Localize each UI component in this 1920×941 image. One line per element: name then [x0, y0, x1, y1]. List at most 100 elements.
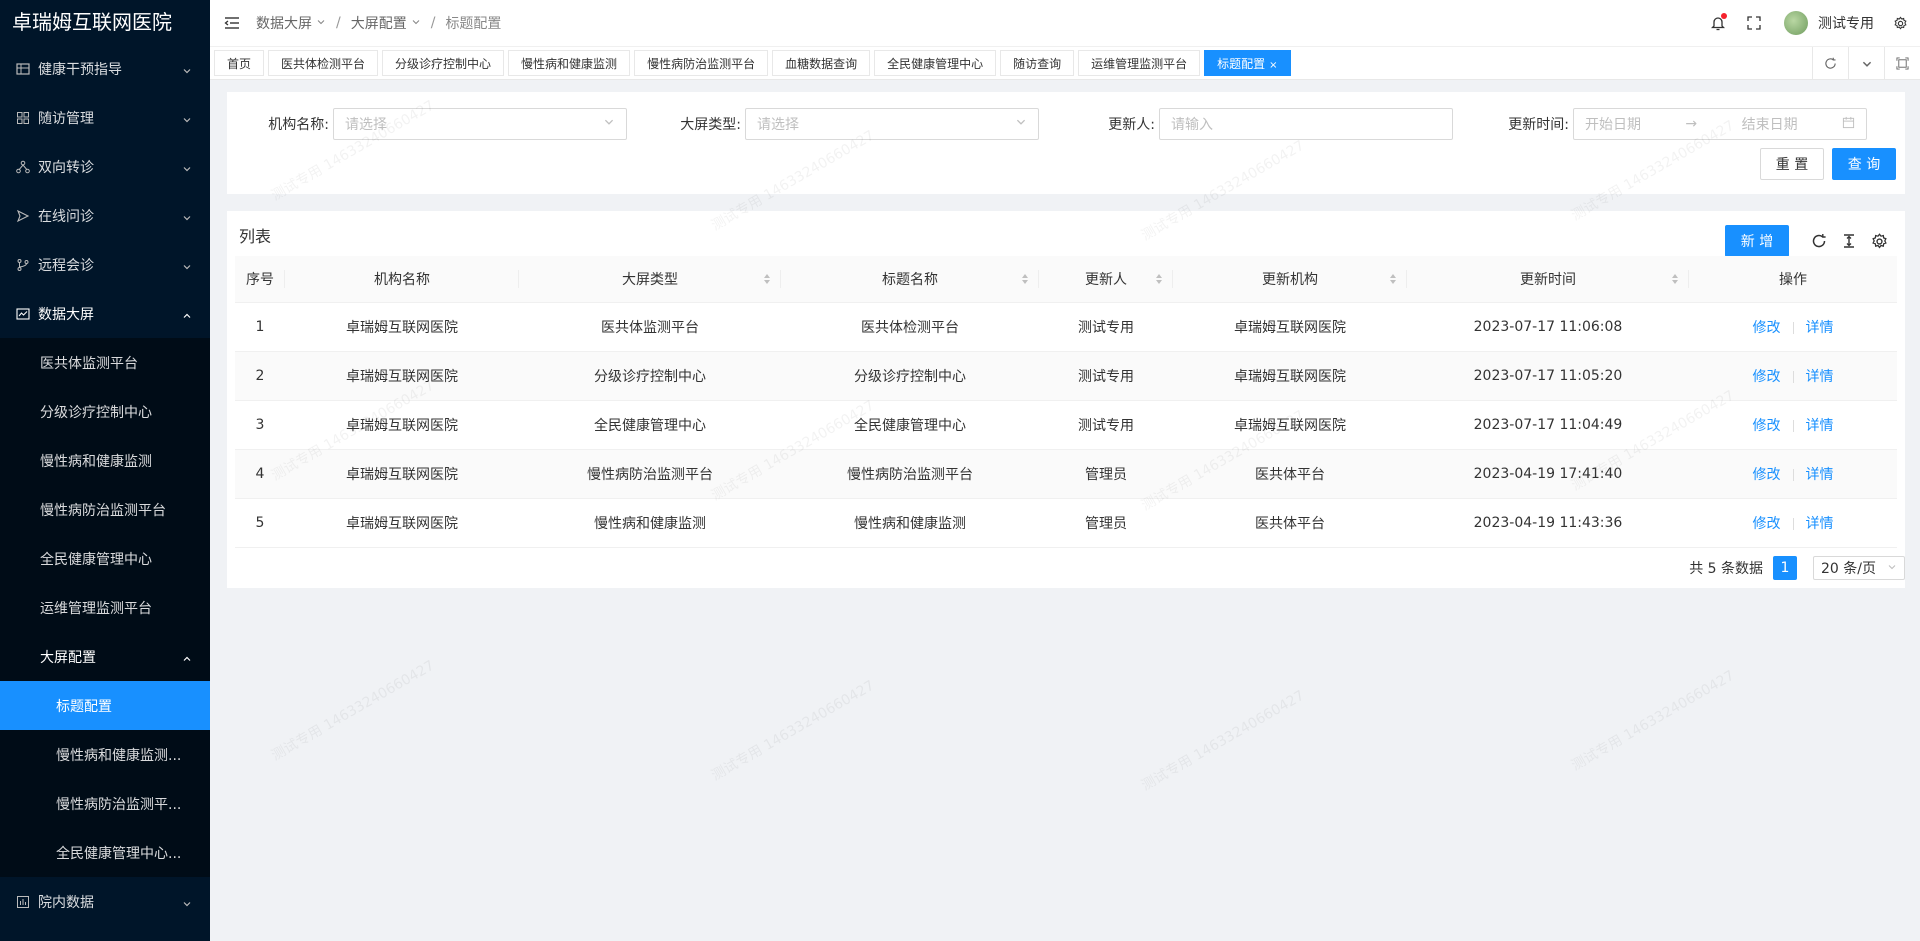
column-header-sortable[interactable]: 更新人 [1039, 256, 1173, 303]
branch-icon [16, 258, 30, 272]
table-cell: 2 [235, 351, 285, 401]
sort-icon[interactable] [763, 273, 771, 285]
column-height-icon[interactable] [1839, 231, 1859, 251]
column-header-sortable[interactable]: 标题名称 [781, 256, 1039, 303]
table-row: 4 卓瑞姆互联网医院 慢性病防治监测平台 慢性病防治监测平台 管理员 医共体平台 2023-… [235, 449, 1897, 499]
chevron-down-icon[interactable] [1848, 47, 1884, 80]
tab-ygt-detect[interactable]: 医共体检测平台 [268, 50, 379, 76]
end-date-placeholder[interactable]: 结束日期 [1742, 114, 1798, 134]
tab-chronic-prevention[interactable]: 慢性病防治监测平台 [634, 50, 769, 76]
refresh-icon[interactable] [1809, 231, 1829, 251]
table-cell: 2023-07-17 11:04:49 [1407, 400, 1689, 450]
table-row: 2 卓瑞姆互联网医院 分级诊疗控制中心 分级诊疗控制中心 测试专用 卓瑞姆互联网医院 202… [235, 351, 1897, 401]
org-select[interactable]: 请选择 [333, 108, 627, 140]
sidebar-item-chronic-prevention[interactable]: 慢性病防治监测平台 [0, 485, 210, 534]
column-header-sortable[interactable]: 大屏类型 [519, 256, 781, 303]
sidebar-item-data-screen[interactable]: 数据大屏 [0, 289, 210, 338]
breadcrumb-item[interactable]: 大屏配置 [351, 13, 407, 33]
column-header-label: 序号 [246, 271, 274, 288]
expand-icon[interactable] [1884, 47, 1920, 80]
edit-link[interactable]: 修改 [1753, 418, 1781, 434]
date-range-picker[interactable]: 开始日期 → 结束日期 [1573, 108, 1867, 140]
table-body: 1 卓瑞姆互联网医院 医共体监测平台 医共体检测平台 测试专用 卓瑞姆互联网医院 2023-… [235, 302, 1897, 548]
detail-link[interactable]: 详情 [1806, 516, 1834, 532]
submenu-data-screen: 医共体监测平台 分级诊疗控制中心 慢性病和健康监测 慢性病防治监测平台 全民健康… [0, 338, 210, 877]
detail-link[interactable]: 详情 [1806, 418, 1834, 434]
table-cell: 卓瑞姆互联网医院 [285, 302, 519, 352]
sidebar-item-graded-care[interactable]: 分级诊疗控制中心 [0, 387, 210, 436]
tab-ops-monitor[interactable]: 运维管理监测平台 [1078, 50, 1201, 76]
column-header-label: 更新机构 [1262, 271, 1318, 288]
sidebar-item-chronic-health[interactable]: 慢性病和健康监测 [0, 436, 210, 485]
fullscreen-icon[interactable] [1744, 13, 1764, 33]
sort-icon[interactable] [1155, 273, 1163, 285]
tab-national-health[interactable]: 全民健康管理中心 [874, 50, 997, 76]
detail-link[interactable]: 详情 [1806, 467, 1834, 483]
page-number-current[interactable]: 1 [1773, 556, 1797, 580]
chevron-down-icon [1887, 560, 1897, 576]
sidebar-item-national-health-config[interactable]: 全民健康管理中心... [0, 828, 210, 877]
add-button[interactable]: 新 增 [1725, 225, 1789, 257]
sort-icon[interactable] [1021, 273, 1029, 285]
type-select[interactable]: 请选择 [745, 108, 1039, 140]
sidebar-item-chronic-health-config[interactable]: 慢性病和健康监测... [0, 730, 210, 779]
username[interactable]: 测试专用 [1818, 13, 1874, 33]
page-size-select[interactable]: 20 条/页 [1813, 556, 1905, 580]
chevron-down-icon [316, 15, 326, 31]
sort-icon[interactable] [1671, 273, 1679, 285]
sidebar-item-followup[interactable]: 随访管理 [0, 93, 210, 142]
table-cell: 全民健康管理中心 [519, 400, 781, 450]
tab-chronic-health[interactable]: 慢性病和健康监测 [508, 50, 631, 76]
close-icon[interactable]: × [1269, 60, 1277, 71]
sidebar-item-ygt-monitor[interactable]: 医共体监测平台 [0, 338, 210, 387]
detail-link[interactable]: 详情 [1806, 320, 1834, 336]
sidebar-item-label: 数据大屏 [38, 306, 94, 323]
settings-icon[interactable] [1869, 231, 1889, 251]
sidebar-item-title-config[interactable]: 标题配置 [0, 681, 210, 730]
sidebar-item-label: 标题配置 [56, 698, 112, 715]
column-header-sortable[interactable]: 更新时间 [1407, 256, 1689, 303]
table-cell: 2023-07-17 11:06:08 [1407, 302, 1689, 352]
sidebar-item-screen-config[interactable]: 大屏配置 [0, 632, 210, 681]
column-header-label: 机构名称 [374, 271, 430, 288]
edit-link[interactable]: 修改 [1753, 369, 1781, 385]
edit-link[interactable]: 修改 [1753, 516, 1781, 532]
reset-button[interactable]: 重 置 [1760, 148, 1824, 180]
tab-title-config[interactable]: 标题配置 × [1204, 50, 1291, 76]
tab-followup-query[interactable]: 随访查询 [1000, 50, 1075, 76]
sidebar-item-hospital-data[interactable]: 院内数据 [0, 877, 210, 926]
sidebar-item-referral[interactable]: 双向转诊 [0, 142, 210, 191]
sidebar-item-label: 院内数据 [38, 894, 94, 911]
avatar[interactable] [1784, 11, 1808, 35]
edit-link[interactable]: 修改 [1753, 467, 1781, 483]
sidebar-item-remote-consult[interactable]: 远程会诊 [0, 240, 210, 289]
table-cell: 3 [235, 400, 285, 450]
bell-icon[interactable] [1708, 13, 1728, 33]
query-button[interactable]: 查 询 [1832, 148, 1896, 180]
table-cell: 医共体平台 [1173, 498, 1407, 548]
tab-blood-sugar[interactable]: 血糖数据查询 [772, 50, 871, 76]
tab-home[interactable]: 首页 [214, 50, 265, 76]
notification-dot [1721, 13, 1727, 19]
table-cell: 慢性病和健康监测 [781, 498, 1039, 548]
detail-link[interactable]: 详情 [1806, 369, 1834, 385]
updater-field-row: 更新人: 请输入 [1055, 108, 1453, 140]
sort-icon[interactable] [1389, 273, 1397, 285]
menu-fold-icon[interactable] [222, 13, 242, 33]
sidebar-item-online-consult[interactable]: 在线问诊 [0, 191, 210, 240]
breadcrumb-item[interactable]: 数据大屏 [256, 13, 312, 33]
sidebar-item-national-health[interactable]: 全民健康管理中心 [0, 534, 210, 583]
sidebar-item-ops-monitor[interactable]: 运维管理监测平台 [0, 583, 210, 632]
edit-link[interactable]: 修改 [1753, 320, 1781, 336]
updater-input[interactable]: 请输入 [1159, 108, 1453, 140]
sidebar-item-chronic-prevention-config[interactable]: 慢性病防治监测平... [0, 779, 210, 828]
refresh-tab-icon[interactable] [1812, 47, 1848, 80]
tab-graded-care[interactable]: 分级诊疗控制中心 [382, 50, 505, 76]
sidebar-item-health-intervention[interactable]: 健康干预指导 [0, 44, 210, 93]
start-date-placeholder[interactable]: 开始日期 [1585, 114, 1641, 134]
chevron-up-icon [182, 652, 192, 662]
updater-input-placeholder: 请输入 [1171, 117, 1213, 133]
time-label: 更新时间: [1508, 117, 1569, 133]
gear-icon[interactable] [1890, 13, 1910, 33]
column-header-sortable[interactable]: 更新机构 [1173, 256, 1407, 303]
